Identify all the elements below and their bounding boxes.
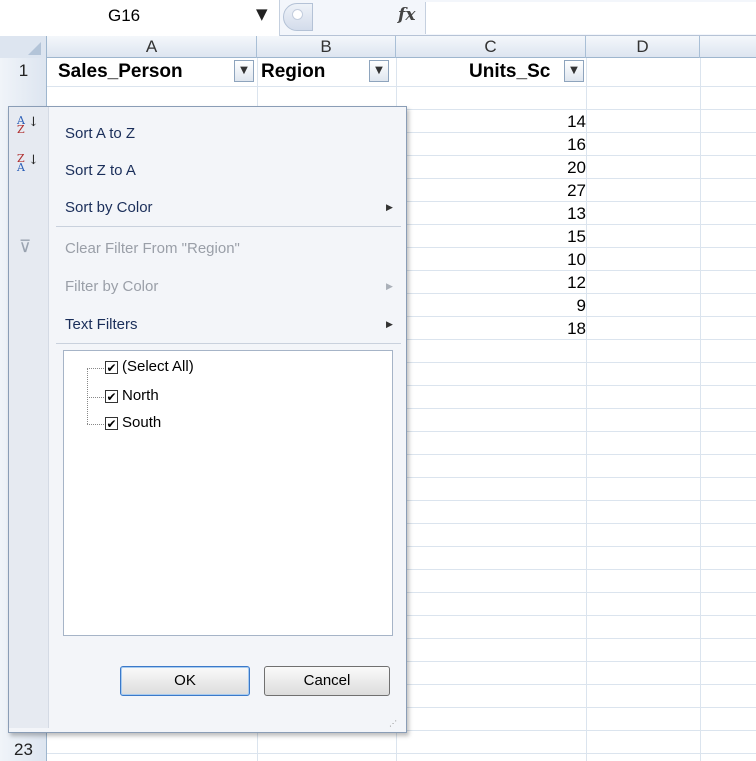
dropdown-arrow-icon: ▼ — [375, 65, 383, 76]
units-sold-cell[interactable]: 27 — [396, 181, 586, 201]
column-header-c[interactable]: C — [396, 36, 586, 58]
header-cell-units-sold[interactable]: Units_Sc — [469, 58, 550, 86]
sort-descending-icon: Z A ↓ — [17, 152, 39, 174]
header-cell-region[interactable]: Region — [261, 58, 325, 86]
dropdown-arrow-icon: ▼ — [240, 65, 248, 76]
dropdown-arrow-icon: ▼ — [570, 65, 578, 76]
column-header-d[interactable]: D — [586, 36, 700, 58]
row-header-23[interactable]: 23 — [0, 740, 47, 760]
units-sold-cell[interactable]: 12 — [396, 273, 586, 293]
south-label[interactable]: South — [122, 414, 161, 431]
sort-ascending-icon: A Z ↓ — [17, 114, 39, 136]
clear-filter-menu-item[interactable]: Clear Filter From "Region" — [65, 240, 240, 257]
sort-by-color-menu-item[interactable]: Sort by Color — [65, 199, 153, 216]
column-header-bar: A B C D E — [0, 36, 756, 58]
select-all-triangle-icon — [28, 42, 41, 55]
submenu-arrow-icon: ▶ — [386, 282, 393, 292]
column-header-b[interactable]: B — [257, 36, 396, 58]
cancel-button[interactable]: Cancel — [264, 666, 390, 696]
gridline — [586, 58, 587, 761]
text-filters-menu-item[interactable]: Text Filters — [65, 316, 138, 333]
gridline — [47, 753, 756, 754]
clear-filter-icon: ⊽ — [19, 237, 32, 257]
sort-z-to-a-menu-item[interactable]: Sort Z to A — [65, 162, 136, 179]
filter-dropdown-units-sold-button[interactable]: ▼ — [564, 60, 584, 82]
ok-button[interactable]: OK — [120, 666, 250, 696]
filter-dropdown-region-button[interactable]: ▼ — [369, 60, 389, 82]
units-sold-cell[interactable]: 20 — [396, 158, 586, 178]
name-box-dropdown-icon[interactable]: ▼ — [256, 5, 268, 23]
select-all-label[interactable]: (Select All) — [122, 358, 194, 375]
menu-separator — [56, 226, 401, 227]
checkmark-icon: ✔ — [106, 417, 117, 431]
checkmark-icon: ✔ — [106, 390, 117, 404]
name-box-value: G16 — [108, 6, 141, 25]
column-header-e[interactable]: E — [700, 36, 756, 58]
filter-by-color-menu-item[interactable]: Filter by Color — [65, 278, 158, 295]
units-sold-cell[interactable]: 9 — [396, 296, 586, 316]
gridline — [700, 58, 701, 761]
select-all-checkbox[interactable]: ✔ — [105, 361, 118, 374]
column-header-a[interactable]: A — [47, 36, 257, 58]
units-sold-cell[interactable]: 14 — [396, 112, 586, 132]
units-sold-cell[interactable]: 18 — [396, 319, 586, 339]
submenu-arrow-icon: ▶ — [386, 203, 393, 213]
resize-grip-icon[interactable]: ⋰ — [389, 719, 397, 728]
units-sold-cell[interactable]: 10 — [396, 250, 586, 270]
filter-dropdown-sales-person-button[interactable]: ▼ — [234, 60, 254, 82]
tree-connector — [87, 424, 104, 425]
south-checkbox[interactable]: ✔ — [105, 417, 118, 430]
units-sold-cell[interactable]: 13 — [396, 204, 586, 224]
submenu-arrow-icon: ▶ — [386, 320, 393, 330]
units-sold-cell[interactable]: 16 — [396, 135, 586, 155]
menu-separator — [56, 343, 401, 344]
checkmark-icon: ✔ — [106, 361, 117, 375]
north-checkbox[interactable]: ✔ — [105, 390, 118, 403]
formula-input[interactable] — [425, 2, 756, 34]
units-sold-cell[interactable]: 15 — [396, 227, 586, 247]
splitter-handle-icon — [292, 9, 303, 20]
north-label[interactable]: North — [122, 387, 159, 404]
row-header-1[interactable]: 1 — [0, 61, 47, 81]
tree-connector — [87, 397, 104, 398]
sort-a-to-z-menu-item[interactable]: Sort A to Z — [65, 125, 135, 142]
tree-connector — [87, 368, 88, 424]
tree-connector — [87, 368, 104, 369]
menu-icon-strip — [9, 107, 49, 728]
header-cell-sales-person[interactable]: Sales_Person — [58, 58, 183, 86]
insert-function-icon[interactable]: fx — [398, 5, 415, 25]
gridline — [47, 86, 756, 87]
